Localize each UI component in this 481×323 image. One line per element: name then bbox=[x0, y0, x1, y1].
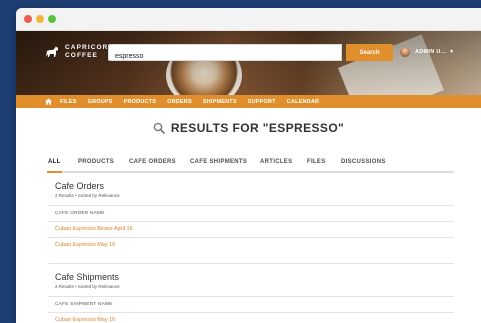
brand-name-line1: CAPRICORN bbox=[65, 44, 115, 51]
header-banner: CAPRICORN COFFEE Search ADMIN U... ▼ bbox=[16, 31, 481, 95]
page-title: RESULTS FOR "ESPRESSO" bbox=[170, 121, 345, 135]
divider bbox=[48, 312, 454, 313]
result-link[interactable]: Cuban Espresso May 16 bbox=[55, 317, 454, 323]
search-box bbox=[108, 44, 342, 64]
tab-all[interactable]: ALL bbox=[47, 159, 62, 173]
nav-item-groups[interactable]: GROUPS bbox=[88, 99, 113, 105]
user-menu[interactable]: ADMIN U... ▼ bbox=[400, 47, 454, 57]
nav-item-support[interactable]: SUPPORT bbox=[248, 99, 276, 105]
brand-name-line2: COFFEE bbox=[65, 52, 98, 59]
tab-cafe-shipments[interactable]: CAFE SHIPMENTS bbox=[190, 159, 247, 165]
nav-item-products[interactable]: PRODUCTS bbox=[124, 99, 156, 105]
maximize-window-button[interactable] bbox=[48, 15, 56, 23]
cafe-shipments-section: Cafe Shipments 2 Results • Sorted by Rel… bbox=[48, 263, 454, 323]
brand-logo[interactable]: CAPRICORN COFFEE bbox=[44, 44, 114, 60]
chevron-down-icon: ▼ bbox=[449, 49, 455, 55]
search-button[interactable]: Search bbox=[346, 44, 393, 61]
results-header: RESULTS FOR "ESPRESSO" bbox=[16, 120, 481, 136]
divider bbox=[48, 263, 454, 264]
home-icon[interactable] bbox=[45, 98, 52, 105]
main-content: RESULTS FOR "ESPRESSO" ALL PRODUCTS CAFE… bbox=[16, 120, 481, 323]
result-count: 2 Results • Sorted by Relevance bbox=[55, 193, 120, 198]
nav-item-calendar[interactable]: CALENDAR bbox=[287, 99, 319, 105]
close-window-button[interactable] bbox=[24, 15, 32, 23]
search-input[interactable] bbox=[109, 49, 341, 64]
result-count: 2 Results • Sorted by Relevance bbox=[55, 284, 120, 289]
tab-cafe-orders[interactable]: CAFE ORDERS bbox=[129, 159, 176, 165]
nav-item-orders[interactable]: ORDERS bbox=[167, 99, 192, 105]
result-tabs: ALL PRODUCTS CAFE ORDERS CAFE SHIPMENTS … bbox=[47, 159, 454, 173]
title-bar bbox=[16, 8, 481, 31]
tab-articles[interactable]: ARTICLES bbox=[260, 159, 292, 165]
divider bbox=[48, 237, 454, 238]
browser-window: CAPRICORN COFFEE Search ADMIN U... ▼ FIL… bbox=[16, 8, 481, 323]
main-nav: FILES GROUPS PRODUCTS ORDERS SHIPMENTS S… bbox=[16, 95, 481, 108]
tab-files[interactable]: FILES bbox=[307, 159, 326, 165]
section-title: Cafe Orders bbox=[55, 181, 105, 191]
user-name: ADMIN U... bbox=[415, 49, 447, 55]
divider bbox=[48, 205, 454, 206]
column-header[interactable]: CAFE ORDER NAME bbox=[55, 211, 454, 216]
result-link[interactable]: Cuban Espresso May 16 bbox=[55, 242, 454, 248]
divider bbox=[48, 296, 454, 297]
column-header[interactable]: CAFE SHIPMENT NAME bbox=[55, 302, 454, 307]
search-icon bbox=[153, 122, 165, 134]
nav-item-files[interactable]: FILES bbox=[60, 99, 77, 105]
goat-logo-icon bbox=[46, 46, 58, 57]
minimize-window-button[interactable] bbox=[36, 15, 44, 23]
cafe-orders-section: Cafe Orders 2 Results • Sorted by Releva… bbox=[48, 181, 454, 248]
nav-item-shipments[interactable]: SHIPMENTS bbox=[203, 99, 237, 105]
avatar bbox=[400, 47, 410, 57]
section-title: Cafe Shipments bbox=[55, 272, 120, 282]
tab-discussions[interactable]: DISCUSSIONS bbox=[341, 159, 386, 165]
result-link[interactable]: Cuban Espresso Beans April 16 bbox=[55, 226, 454, 232]
tab-products[interactable]: PRODUCTS bbox=[78, 159, 114, 165]
divider bbox=[48, 221, 454, 222]
